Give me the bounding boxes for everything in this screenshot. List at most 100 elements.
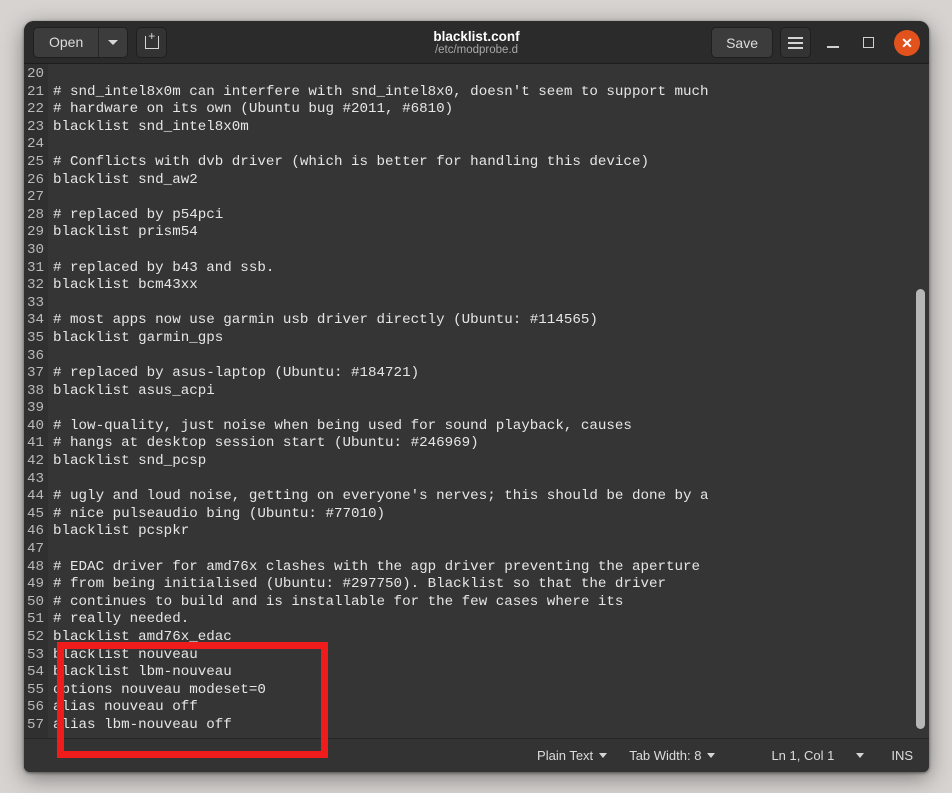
line-number: 50: [26, 593, 44, 610]
line-number: 48: [26, 558, 44, 575]
line-number: 32: [26, 277, 44, 294]
line-number: 46: [26, 523, 44, 540]
code-line[interactable]: alias lbm-nouveau off: [48, 717, 929, 735]
code-line[interactable]: blacklist asus_acpi: [48, 383, 929, 401]
line-number: 27: [26, 189, 44, 206]
code-line[interactable]: blacklist nouveau: [48, 647, 929, 665]
new-document-button[interactable]: [136, 26, 168, 58]
line-number: 25: [26, 153, 44, 170]
code-line[interactable]: [48, 471, 929, 489]
chevron-down-icon: [707, 753, 716, 758]
line-number: 28: [26, 206, 44, 223]
line-number: 34: [26, 312, 44, 329]
vertical-scrollbar[interactable]: [916, 64, 925, 738]
code-line[interactable]: # most apps now use garmin usb driver di…: [48, 312, 929, 330]
code-line[interactable]: # EDAC driver for amd76x clashes with th…: [48, 559, 929, 577]
main-menu-button[interactable]: [780, 27, 811, 58]
code-line[interactable]: # from being initialised (Ubuntu: #29775…: [48, 576, 929, 594]
line-number: 33: [26, 294, 44, 311]
line-number: 23: [26, 118, 44, 135]
code-line[interactable]: blacklist pcspkr: [48, 523, 929, 541]
code-line[interactable]: blacklist lbm-nouveau: [48, 664, 929, 682]
line-number: 26: [26, 171, 44, 188]
line-number: 37: [26, 365, 44, 382]
line-number: 24: [26, 136, 44, 153]
open-button[interactable]: Open: [34, 27, 100, 57]
code-line[interactable]: # continues to build and is installable …: [48, 594, 929, 612]
line-number: 57: [26, 716, 44, 733]
line-number: 22: [26, 101, 44, 118]
code-line[interactable]: # ugly and loud noise, getting on everyo…: [48, 488, 929, 506]
language-label: Plain Text: [537, 748, 594, 763]
close-icon: ✕: [901, 34, 913, 51]
code-text-area[interactable]: # snd_intel8x0m can interfere with snd_i…: [48, 64, 929, 738]
line-number: 29: [26, 224, 44, 241]
code-line[interactable]: [48, 136, 929, 154]
code-line[interactable]: [48, 400, 929, 418]
line-number: 39: [26, 400, 44, 417]
file-path-subtitle: /etc/modprobe.d: [434, 43, 519, 56]
code-line[interactable]: # replaced by p54pci: [48, 207, 929, 225]
code-line[interactable]: blacklist snd_pcsp: [48, 453, 929, 471]
line-number: 52: [26, 629, 44, 645]
code-line[interactable]: [48, 541, 929, 559]
language-selector[interactable]: Plain Text: [526, 748, 618, 763]
line-number: 44: [26, 488, 44, 505]
code-line[interactable]: # really needed.: [48, 611, 929, 629]
position-dropdown-button[interactable]: [845, 753, 875, 758]
tab-width-selector[interactable]: Tab Width: 8: [618, 748, 726, 763]
line-number: 54: [26, 664, 44, 681]
code-line[interactable]: blacklist prism54: [48, 224, 929, 242]
save-button[interactable]: Save: [711, 27, 773, 58]
open-dropdown-button[interactable]: [99, 27, 128, 57]
code-line[interactable]: # hardware on its own (Ubuntu bug #2011,…: [48, 101, 929, 119]
code-line[interactable]: # low-quality, just noise when being use…: [48, 418, 929, 436]
chevron-down-icon: [108, 39, 119, 45]
code-line[interactable]: [48, 295, 929, 313]
code-line[interactable]: [48, 66, 929, 84]
close-button[interactable]: ✕: [894, 29, 920, 56]
code-line[interactable]: blacklist amd76x_edac: [48, 629, 929, 647]
cursor-position-indicator[interactable]: Ln 1, Col 1: [760, 748, 845, 763]
new-document-icon: [144, 30, 159, 49]
minimize-icon: [827, 45, 839, 48]
text-editor-window: Open blacklist.conf /etc/modprobe.d Save: [24, 21, 929, 772]
code-line[interactable]: blacklist snd_aw2: [48, 172, 929, 190]
line-number: 31: [26, 259, 44, 276]
code-line[interactable]: blacklist garmin_gps: [48, 330, 929, 348]
scrollbar-thumb[interactable]: [916, 289, 925, 729]
line-number: 55: [26, 681, 44, 698]
line-number: 20: [26, 66, 44, 82]
line-number: 56: [26, 699, 44, 716]
header-left-controls: Open: [33, 26, 168, 58]
maximize-button[interactable]: [855, 30, 881, 56]
minimize-button[interactable]: [820, 30, 846, 56]
code-line[interactable]: blacklist snd_intel8x0m: [48, 119, 929, 137]
code-line[interactable]: # replaced by b43 and ssb.: [48, 260, 929, 278]
header-bar: Open blacklist.conf /etc/modprobe.d Save: [24, 21, 929, 64]
code-line[interactable]: alias nouveau off: [48, 699, 929, 717]
line-number-gutter: 20 21 22 23 24 25 26 27 28 29 30 31 32 33 34 35 36 37 38 39…: [24, 64, 48, 738]
code-line[interactable]: # replaced by asus-laptop (Ubuntu: #1847…: [48, 365, 929, 383]
tab-width-label: Tab Width: 8: [629, 748, 702, 763]
line-number: 42: [26, 453, 44, 470]
screen: Open blacklist.conf /etc/modprobe.d Save: [0, 0, 952, 793]
line-number: 35: [26, 329, 44, 346]
line-number: 21: [26, 83, 44, 100]
code-line[interactable]: # Conflicts with dvb driver (which is be…: [48, 154, 929, 172]
code-line[interactable]: [48, 348, 929, 366]
code-line[interactable]: # nice pulseaudio bing (Ubuntu: #77010): [48, 506, 929, 524]
code-line[interactable]: options nouveau modeset=0: [48, 682, 929, 700]
code-line[interactable]: # snd_intel8x0m can interfere with snd_i…: [48, 84, 929, 102]
line-number: 40: [26, 417, 44, 434]
code-line[interactable]: [48, 242, 929, 260]
code-line[interactable]: [48, 189, 929, 207]
header-right-controls: Save ✕: [711, 21, 920, 64]
cursor-position-label: Ln 1, Col 1: [771, 748, 835, 763]
code-line[interactable]: # hangs at desktop session start (Ubuntu…: [48, 435, 929, 453]
code-line[interactable]: blacklist bcm43xx: [48, 277, 929, 295]
page-title: blacklist.conf: [433, 28, 520, 44]
line-number: 30: [26, 241, 44, 258]
open-split-button[interactable]: Open: [33, 26, 129, 58]
editor-area[interactable]: 20 21 22 23 24 25 26 27 28 29 30 31 32 33 34 35 36 37 38 39…: [24, 64, 929, 738]
